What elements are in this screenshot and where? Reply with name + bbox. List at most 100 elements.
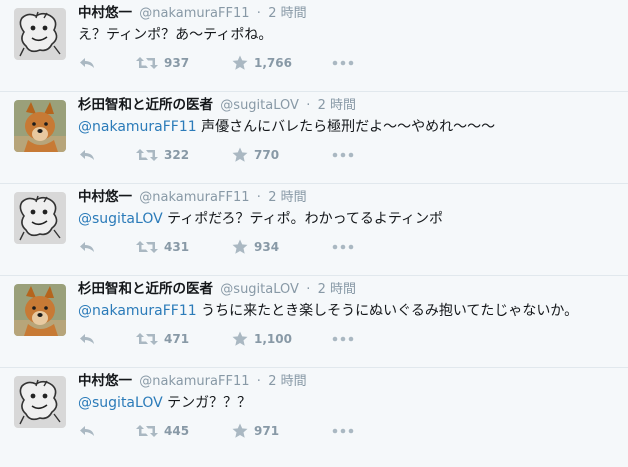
favorite-count: 1,100 bbox=[254, 332, 292, 346]
retweet-button[interactable]: 937 bbox=[136, 53, 189, 73]
tweet-header: 杉田智和と近所の医者 @sugitaLOV · 2 時間 bbox=[78, 95, 356, 115]
retweet-button[interactable]: 322 bbox=[136, 145, 189, 165]
retweet-button[interactable]: 445 bbox=[136, 421, 189, 441]
sketch-avatar-image bbox=[14, 8, 66, 60]
tweet[interactable]: 中村悠一 @nakamuraFF11 · 2 時間 @sugitaLOV テンガ… bbox=[0, 368, 628, 460]
retweet-count: 431 bbox=[164, 240, 190, 254]
tweet-text: え？ティンポ？あ～ティポね。 bbox=[78, 25, 272, 45]
star-icon bbox=[232, 423, 248, 438]
tweet-actions: 322 770 bbox=[78, 145, 378, 165]
star-icon bbox=[232, 331, 248, 346]
timestamp[interactable]: 2 時間 bbox=[318, 98, 356, 113]
more-dots-icon bbox=[332, 428, 354, 434]
mention-link[interactable]: @nakamuraFF11 bbox=[78, 119, 197, 135]
tweet-actions: 937 1,766 bbox=[78, 53, 378, 73]
favorite-count: 971 bbox=[254, 424, 280, 438]
reply-icon bbox=[80, 242, 94, 252]
retweet-count: 471 bbox=[164, 332, 190, 346]
retweet-icon bbox=[136, 57, 158, 69]
timestamp[interactable]: 2 時間 bbox=[268, 374, 306, 389]
tweet[interactable]: 杉田智和と近所の医者 @sugitaLOV · 2 時間 @nakamuraFF… bbox=[0, 92, 628, 184]
more-button[interactable] bbox=[332, 53, 354, 73]
tweet-text: @nakamuraFF11 声優さんにバレたら極刑だよ～～やめれ～～～ bbox=[78, 117, 495, 137]
tweet-body: ティポだろ？ティポ。わかってるよティンポ bbox=[162, 211, 444, 227]
reply-button[interactable] bbox=[78, 237, 96, 257]
reply-button[interactable] bbox=[78, 421, 96, 441]
more-button[interactable] bbox=[332, 421, 354, 441]
favorite-count: 934 bbox=[254, 240, 280, 254]
reply-icon bbox=[80, 150, 94, 160]
mention-link[interactable]: @sugitaLOV bbox=[78, 395, 163, 411]
sketch-avatar-image bbox=[14, 192, 66, 244]
tweet-body: え？ティンポ？あ～ティポね。 bbox=[78, 27, 273, 43]
star-icon bbox=[232, 147, 248, 162]
tweet[interactable]: 中村悠一 @nakamuraFF11 · 2 時間 え？ティンポ？あ～ティポね。… bbox=[0, 0, 628, 92]
retweet-count: 445 bbox=[164, 424, 190, 438]
retweet-button[interactable]: 471 bbox=[136, 329, 189, 349]
tweet[interactable]: 中村悠一 @nakamuraFF11 · 2 時間 @sugitaLOV ティポ… bbox=[0, 184, 628, 276]
tweet-actions: 431 934 bbox=[78, 237, 378, 257]
reply-button[interactable] bbox=[78, 329, 96, 349]
tweet-text: @nakamuraFF11 うちに来たとき楽しそうにぬいぐるみ抱いてたじゃないか… bbox=[78, 301, 578, 321]
favorite-button[interactable]: 1,100 bbox=[232, 329, 292, 349]
favorite-button[interactable]: 1,766 bbox=[232, 53, 292, 73]
tweet-header: 中村悠一 @nakamuraFF11 · 2 時間 bbox=[78, 187, 307, 207]
retweet-button[interactable]: 431 bbox=[136, 237, 189, 257]
reply-button[interactable] bbox=[78, 145, 96, 165]
tweet-body: テンガ？？？ bbox=[162, 395, 252, 411]
tweet-text: @sugitaLOV ティポだろ？ティポ。わかってるよティンポ bbox=[78, 209, 443, 229]
retweet-icon bbox=[136, 333, 158, 345]
more-dots-icon bbox=[332, 152, 354, 158]
separator: · bbox=[256, 190, 261, 205]
favorite-button[interactable]: 934 bbox=[232, 237, 279, 257]
display-name[interactable]: 杉田智和と近所の医者 bbox=[78, 97, 213, 113]
tweet-text: @sugitaLOV テンガ？？？ bbox=[78, 393, 251, 413]
screen-name[interactable]: @nakamuraFF11 bbox=[139, 374, 249, 389]
avatar[interactable] bbox=[14, 8, 66, 60]
separator: · bbox=[256, 6, 261, 21]
tweet-header: 中村悠一 @nakamuraFF11 · 2 時間 bbox=[78, 371, 307, 391]
retweet-icon bbox=[136, 149, 158, 161]
dog-avatar-image bbox=[14, 100, 66, 152]
more-dots-icon bbox=[332, 336, 354, 342]
tweet[interactable]: 杉田智和と近所の医者 @sugitaLOV · 2 時間 @nakamuraFF… bbox=[0, 276, 628, 368]
more-dots-icon bbox=[332, 60, 354, 66]
timestamp[interactable]: 2 時間 bbox=[268, 6, 306, 21]
avatar[interactable] bbox=[14, 192, 66, 244]
favorite-button[interactable]: 770 bbox=[232, 145, 279, 165]
reply-button[interactable] bbox=[78, 53, 96, 73]
timeline: 中村悠一 @nakamuraFF11 · 2 時間 え？ティンポ？あ～ティポね。… bbox=[0, 0, 628, 467]
screen-name[interactable]: @sugitaLOV bbox=[220, 282, 299, 297]
display-name[interactable]: 中村悠一 bbox=[78, 373, 132, 389]
retweet-count: 322 bbox=[164, 148, 190, 162]
more-button[interactable] bbox=[332, 329, 354, 349]
mention-link[interactable]: @sugitaLOV bbox=[78, 211, 163, 227]
star-icon bbox=[232, 55, 248, 70]
reply-icon bbox=[80, 58, 94, 68]
dog-avatar-image bbox=[14, 284, 66, 336]
more-button[interactable] bbox=[332, 145, 354, 165]
mention-link[interactable]: @nakamuraFF11 bbox=[78, 303, 197, 319]
display-name[interactable]: 中村悠一 bbox=[78, 5, 132, 21]
more-button[interactable] bbox=[332, 237, 354, 257]
avatar[interactable] bbox=[14, 376, 66, 428]
screen-name[interactable]: @nakamuraFF11 bbox=[139, 6, 249, 21]
display-name[interactable]: 中村悠一 bbox=[78, 189, 132, 205]
avatar[interactable] bbox=[14, 100, 66, 152]
favorite-count: 770 bbox=[254, 148, 280, 162]
timestamp[interactable]: 2 時間 bbox=[318, 282, 356, 297]
more-dots-icon bbox=[332, 244, 354, 250]
tweet-body: うちに来たとき楽しそうにぬいぐるみ抱いてたじゃないか。 bbox=[196, 303, 579, 319]
avatar[interactable] bbox=[14, 284, 66, 336]
favorite-count: 1,766 bbox=[254, 56, 292, 70]
separator: · bbox=[256, 374, 261, 389]
retweet-icon bbox=[136, 241, 158, 253]
screen-name[interactable]: @nakamuraFF11 bbox=[139, 190, 249, 205]
tweet-actions: 471 1,100 bbox=[78, 329, 378, 349]
timestamp[interactable]: 2 時間 bbox=[268, 190, 306, 205]
favorite-button[interactable]: 971 bbox=[232, 421, 279, 441]
screen-name[interactable]: @sugitaLOV bbox=[220, 98, 299, 113]
display-name[interactable]: 杉田智和と近所の医者 bbox=[78, 281, 213, 297]
tweet-body: 声優さんにバレたら極刑だよ～～やめれ～～～ bbox=[196, 119, 496, 135]
tweet-header: 杉田智和と近所の医者 @sugitaLOV · 2 時間 bbox=[78, 279, 356, 299]
